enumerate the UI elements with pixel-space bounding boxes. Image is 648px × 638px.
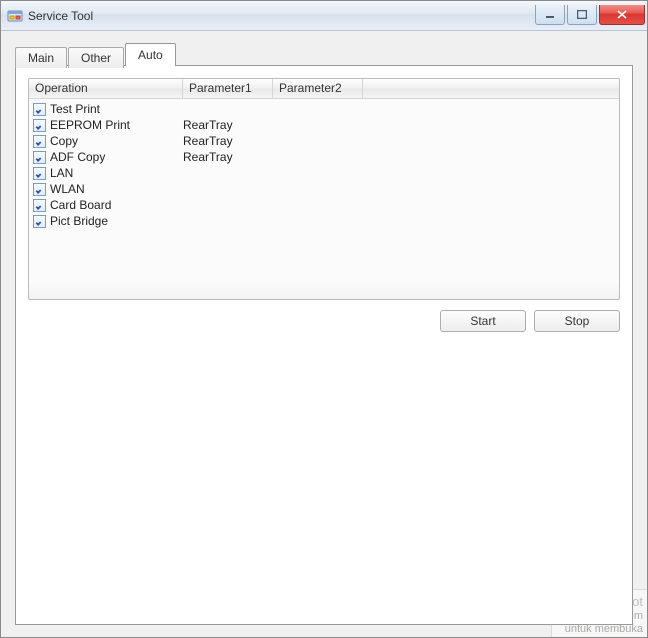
row-operation: WLAN bbox=[50, 182, 183, 196]
row-parameter1: RearTray bbox=[183, 118, 273, 132]
list-item[interactable]: WLAN bbox=[29, 181, 619, 197]
row-checkbox[interactable] bbox=[33, 215, 46, 228]
tab-main[interactable]: Main bbox=[15, 47, 67, 68]
column-parameter2[interactable]: Parameter2 bbox=[273, 79, 363, 98]
row-parameter1: RearTray bbox=[183, 134, 273, 148]
window-title: Service Tool bbox=[28, 9, 533, 23]
button-row: Start Stop bbox=[440, 310, 620, 332]
row-operation: EEPROM Print bbox=[50, 118, 183, 132]
row-operation: Test Print bbox=[50, 102, 183, 116]
row-checkbox[interactable] bbox=[33, 151, 46, 164]
list-item[interactable]: Test Print bbox=[29, 101, 619, 117]
list-item[interactable]: CopyRearTray bbox=[29, 133, 619, 149]
window-frame: Service Tool Main Other Auto Operation P… bbox=[0, 0, 648, 638]
row-checkbox[interactable] bbox=[33, 183, 46, 196]
app-icon bbox=[7, 8, 23, 24]
close-button[interactable] bbox=[599, 5, 645, 25]
list-item[interactable]: LAN bbox=[29, 165, 619, 181]
row-operation: Copy bbox=[50, 134, 183, 148]
window-controls bbox=[533, 5, 647, 25]
row-parameter1: RearTray bbox=[183, 150, 273, 164]
column-filler bbox=[363, 79, 619, 98]
minimize-button[interactable] bbox=[535, 5, 565, 25]
tab-auto[interactable]: Auto bbox=[125, 43, 176, 66]
row-operation: Card Board bbox=[50, 198, 183, 212]
row-checkbox[interactable] bbox=[33, 103, 46, 116]
listview-body: Test PrintEEPROM PrintRearTrayCopyRearTr… bbox=[29, 99, 619, 229]
list-item[interactable]: EEPROM PrintRearTray bbox=[29, 117, 619, 133]
row-checkbox[interactable] bbox=[33, 167, 46, 180]
client-area: Main Other Auto Operation Parameter1 Par… bbox=[1, 31, 647, 637]
stop-button[interactable]: Stop bbox=[534, 310, 620, 332]
row-operation: ADF Copy bbox=[50, 150, 183, 164]
row-checkbox[interactable] bbox=[33, 135, 46, 148]
row-operation: Pict Bridge bbox=[50, 214, 183, 228]
list-item[interactable]: Pict Bridge bbox=[29, 213, 619, 229]
column-operation[interactable]: Operation bbox=[29, 79, 183, 98]
row-checkbox[interactable] bbox=[33, 119, 46, 132]
tab-other[interactable]: Other bbox=[68, 47, 124, 68]
operations-listview[interactable]: Operation Parameter1 Parameter2 Test Pri… bbox=[28, 78, 620, 300]
maximize-button[interactable] bbox=[567, 5, 597, 25]
row-checkbox[interactable] bbox=[33, 199, 46, 212]
tab-strip: Main Other Auto bbox=[15, 43, 633, 66]
list-item[interactable]: ADF CopyRearTray bbox=[29, 149, 619, 165]
title-bar[interactable]: Service Tool bbox=[1, 1, 647, 31]
list-item[interactable]: Card Board bbox=[29, 197, 619, 213]
column-parameter1[interactable]: Parameter1 bbox=[183, 79, 273, 98]
listview-header: Operation Parameter1 Parameter2 bbox=[29, 79, 619, 99]
tab-page-auto: Operation Parameter1 Parameter2 Test Pri… bbox=[15, 65, 633, 625]
row-operation: LAN bbox=[50, 166, 183, 180]
start-button[interactable]: Start bbox=[440, 310, 526, 332]
